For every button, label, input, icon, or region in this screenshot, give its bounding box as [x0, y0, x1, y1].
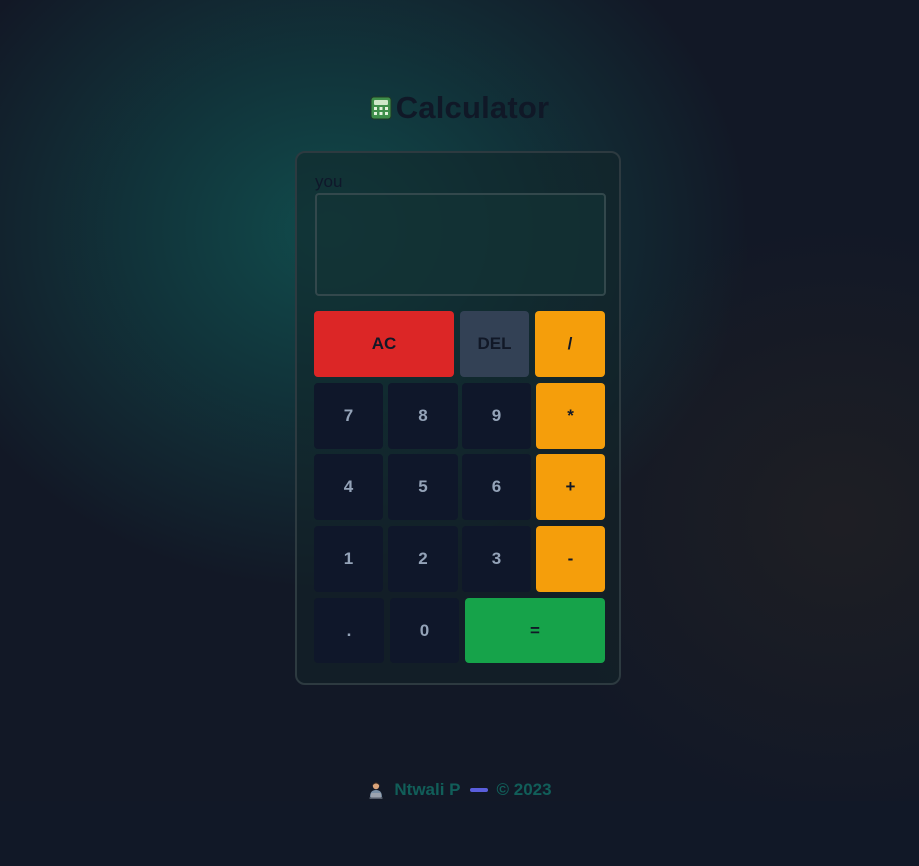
digit-9-button[interactable]: 9	[462, 383, 531, 449]
plus-button[interactable]: +	[536, 454, 605, 520]
multiply-button[interactable]: *	[536, 383, 605, 449]
digit-7-button[interactable]: 7	[314, 383, 383, 449]
calculator-icon	[370, 96, 392, 120]
divide-button[interactable]: /	[535, 311, 605, 377]
digit-2-button[interactable]: 2	[388, 526, 458, 592]
page-title: Calculator	[395, 90, 550, 125]
digit-1-button[interactable]: 1	[314, 526, 383, 592]
digit-5-button[interactable]: 5	[388, 454, 458, 520]
digit-8-button[interactable]: 8	[388, 383, 458, 449]
decimal-button[interactable]: .	[314, 598, 384, 663]
digit-6-button[interactable]: 6	[462, 454, 531, 520]
footer-separator	[469, 788, 488, 792]
digit-0-button[interactable]: 0	[390, 598, 459, 663]
page-header: Calculator	[0, 88, 919, 128]
display-screen[interactable]	[315, 193, 606, 296]
footer-copyright: © 2023	[496, 780, 552, 799]
minus-button[interactable]: -	[536, 526, 605, 592]
footer-author[interactable]: Ntwali P	[394, 780, 460, 800]
footer: Ntwali P © 2023	[0, 778, 919, 802]
footer-band	[0, 801, 919, 866]
digit-3-button[interactable]: 3	[462, 526, 531, 592]
display-label: you	[315, 172, 343, 191]
technologist-icon	[367, 781, 385, 799]
digit-4-button[interactable]: 4	[314, 454, 383, 520]
calculator-panel: you AC DEL / 7 8 9 * 4 5 6 + 1 2 3 - . 0…	[295, 151, 621, 685]
equals-button[interactable]: =	[465, 598, 605, 663]
clear-button[interactable]: AC	[314, 311, 454, 377]
delete-button[interactable]: DEL	[460, 311, 529, 377]
